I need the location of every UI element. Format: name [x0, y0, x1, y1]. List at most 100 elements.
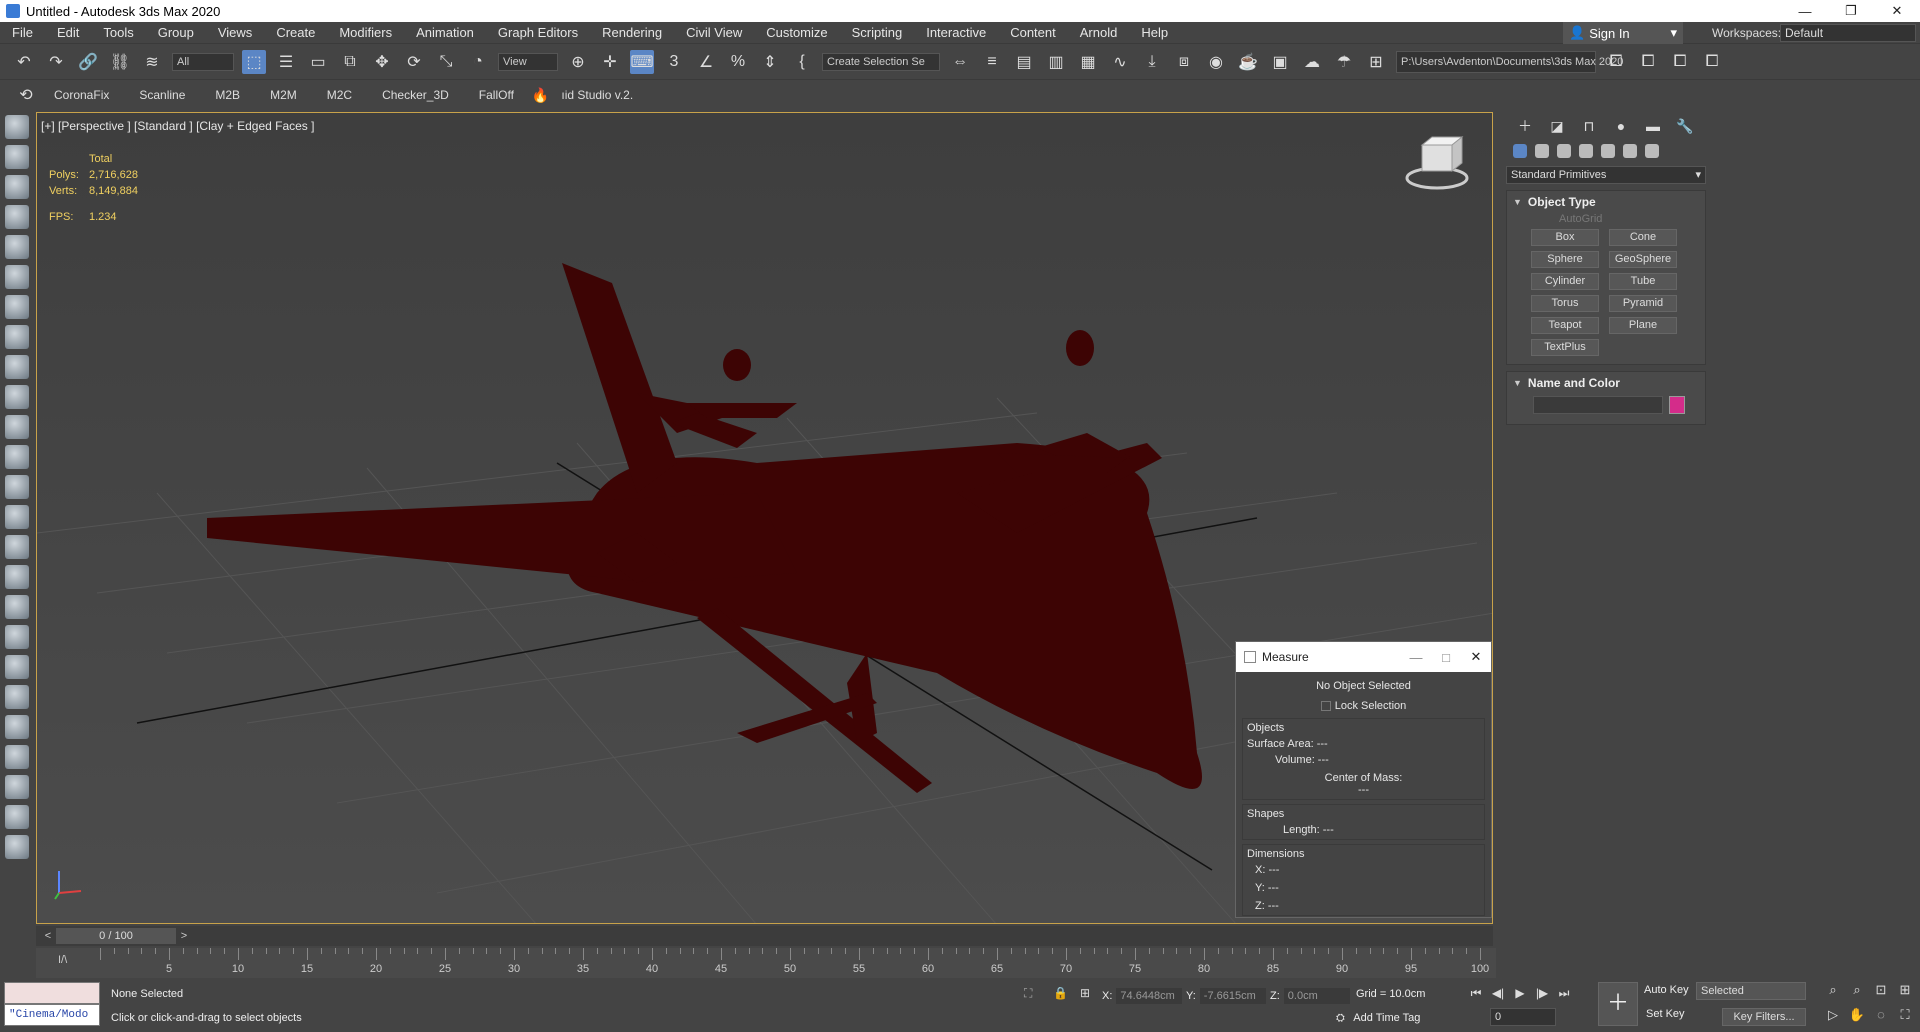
maxscript-input[interactable]: "Cinema/Modo [4, 1004, 100, 1026]
select-by-name-icon[interactable]: ☰ [274, 50, 298, 74]
menu-content[interactable]: Content [998, 22, 1068, 44]
textplus-button[interactable]: TextPlus [1531, 339, 1599, 356]
prev-frame-icon[interactable]: < [40, 928, 56, 944]
geometry-icon[interactable] [1513, 144, 1527, 158]
time-slider-counter[interactable]: 0 / 100 [56, 928, 176, 944]
play-icon[interactable]: ▶ [1509, 984, 1531, 1002]
zoom-extents-icon[interactable]: ⊡ [1870, 982, 1892, 1003]
time-slider[interactable]: < 0 / 100 > [36, 926, 1493, 946]
motion-tab-icon[interactable]: ● [1612, 117, 1630, 135]
rect-selection-icon[interactable]: ▭ [306, 50, 330, 74]
render-frame-icon[interactable]: ▣ [1268, 50, 1292, 74]
tool-5-icon[interactable] [5, 235, 29, 259]
mirror-icon[interactable]: ⇔ [948, 50, 972, 74]
tool-18-icon[interactable] [5, 625, 29, 649]
box-button[interactable]: Box [1531, 229, 1599, 246]
x-coordinate-value[interactable]: 74.6448cm [1116, 988, 1183, 1004]
menu-views[interactable]: Views [206, 22, 264, 44]
select-manipulate-icon[interactable]: ✛ [598, 50, 622, 74]
mini-curve-editor-icon[interactable]: I/\ [58, 954, 67, 966]
cylinder-button[interactable]: Cylinder [1531, 273, 1599, 290]
menu-create[interactable]: Create [264, 22, 327, 44]
helpers-icon[interactable] [1601, 144, 1615, 158]
maxscript-output[interactable] [4, 982, 100, 1004]
menu-modifiers[interactable]: Modifiers [327, 22, 404, 44]
scale-icon[interactable]: ⤡ [434, 50, 458, 74]
tool-10-icon[interactable] [5, 385, 29, 409]
tool-17-icon[interactable] [5, 595, 29, 619]
percent-snap-icon[interactable]: % [726, 50, 750, 74]
next-frame-icon[interactable]: > [176, 928, 192, 944]
modify-tab-icon[interactable]: ◪ [1548, 117, 1566, 135]
menu-graph-editors[interactable]: Graph Editors [486, 22, 590, 44]
angle-snap-icon[interactable]: ∠ [694, 50, 718, 74]
menu-customize[interactable]: Customize [754, 22, 839, 44]
menu-interactive[interactable]: Interactive [914, 22, 998, 44]
geosphere-button[interactable]: GeoSphere [1609, 251, 1677, 268]
m2m-button[interactable]: M2M [258, 88, 315, 102]
project-folder-icon[interactable]: ⊞ [1364, 50, 1388, 74]
scene-explorer-icon[interactable]: ▤ [1012, 50, 1036, 74]
workspace-select[interactable]: Default [1780, 24, 1916, 42]
add-time-tag[interactable]: ⛭ Add Time Tag [1336, 1012, 1420, 1025]
window-crossing-icon[interactable]: ⧉ [338, 50, 362, 74]
undo-icon[interactable]: ↶ [12, 50, 36, 74]
layer-tool-1-icon[interactable]: ⧠ [1604, 50, 1628, 74]
tool-7-icon[interactable] [5, 295, 29, 319]
maximize-viewport-icon[interactable]: ⛶ [1894, 1007, 1916, 1028]
track-bar[interactable]: I/\ 5 10 15 20 25 30 35 40 45 50 55 60 65 70 75 80 85 90 9… [36, 948, 1496, 978]
primitive-category-select[interactable]: Standard Primitives ▾ [1506, 166, 1706, 184]
link-icon[interactable]: 🔗 [76, 50, 100, 74]
tool-20-icon[interactable] [5, 685, 29, 709]
pyramid-button[interactable]: Pyramid [1609, 295, 1677, 312]
tool-2-icon[interactable] [5, 145, 29, 169]
m2b-button[interactable]: M2B [203, 88, 258, 102]
systems-icon[interactable] [1645, 144, 1659, 158]
scanline-button[interactable]: Scanline [127, 88, 203, 102]
redo-icon[interactable]: ↷ [44, 50, 68, 74]
torus-button[interactable]: Torus [1531, 295, 1599, 312]
menu-civil-view[interactable]: Civil View [674, 22, 754, 44]
set-key-button[interactable]: Set Key [1646, 1008, 1685, 1020]
utilities-tab-icon[interactable]: 🔧 [1676, 117, 1694, 135]
maximize-button[interactable]: ❐ [1828, 0, 1874, 22]
layer-tool-2-icon[interactable]: ⧠ [1636, 50, 1660, 74]
tool-22-icon[interactable] [5, 745, 29, 769]
selection-set-select[interactable]: Create Selection Se [822, 52, 940, 71]
previous-frame-icon[interactable]: ◀| [1487, 984, 1509, 1002]
view-cube[interactable] [1405, 135, 1469, 190]
layer-tool-4-icon[interactable]: ⧠ [1700, 50, 1724, 74]
y-coordinate-value[interactable]: -7.6615cm [1199, 988, 1266, 1004]
teapot-button[interactable]: Teapot [1531, 317, 1599, 334]
measure-maximize-button[interactable]: □ [1431, 650, 1461, 665]
orbit-icon[interactable]: ◌ [1870, 1007, 1892, 1028]
tool-16-icon[interactable] [5, 565, 29, 589]
rotate-icon[interactable]: ⟳ [402, 50, 426, 74]
menu-animation[interactable]: Animation [404, 22, 486, 44]
object-color-swatch[interactable] [1669, 396, 1685, 414]
bind-spacewarp-icon[interactable]: ≋ [140, 50, 164, 74]
render-production-icon[interactable]: ☁ [1300, 50, 1324, 74]
object-type-header[interactable]: ▼ Object Type [1507, 191, 1705, 213]
studio-button[interactable]: ıid Studio v.2. [549, 88, 651, 102]
menu-edit[interactable]: Edit [45, 22, 91, 44]
z-coordinate-value[interactable]: 0.0cm [1283, 988, 1350, 1004]
tool-11-icon[interactable] [5, 415, 29, 439]
edit-named-sets-icon[interactable]: { [790, 50, 814, 74]
menu-rendering[interactable]: Rendering [590, 22, 674, 44]
tool-1-icon[interactable] [5, 115, 29, 139]
zoom-extents-all-icon[interactable]: ⊞ [1894, 982, 1916, 1003]
key-selection-set-select[interactable]: Selected [1696, 982, 1806, 1000]
falloff-button[interactable]: FallOff [467, 88, 532, 102]
auto-key-button[interactable]: Auto Key [1644, 984, 1689, 996]
object-name-input[interactable] [1533, 396, 1663, 414]
schematic-view-icon[interactable]: ⧈ [1172, 50, 1196, 74]
menu-help[interactable]: Help [1129, 22, 1180, 44]
autogrid-checkbox[interactable]: AutoGrid [1507, 213, 1705, 229]
tool-4-icon[interactable] [5, 205, 29, 229]
create-tab-icon[interactable]: ＋ [1516, 117, 1534, 135]
sphere-button[interactable]: Sphere [1531, 251, 1599, 268]
tool-23-icon[interactable] [5, 775, 29, 799]
selection-lock-icon[interactable]: 🔒 [1053, 986, 1068, 1000]
pivot-center-icon[interactable]: ⊕ [566, 50, 590, 74]
